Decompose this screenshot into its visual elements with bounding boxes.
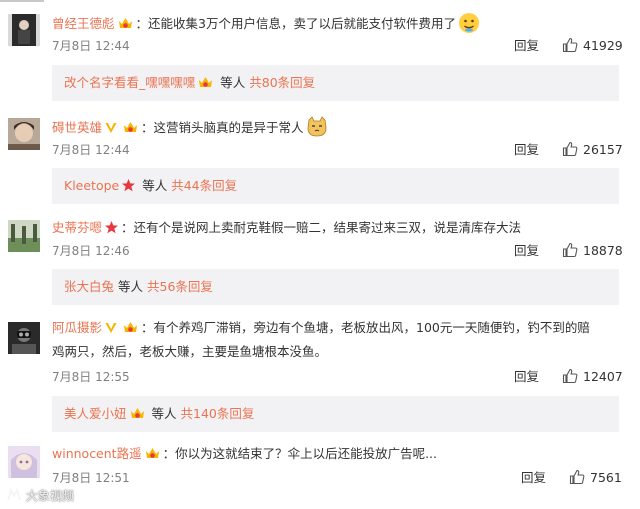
like-count: 7561 <box>590 470 622 485</box>
username-link[interactable]: 曾经王德彪 <box>52 16 115 31</box>
like-count: 12407 <box>583 369 623 384</box>
thumb-up-icon <box>562 242 578 258</box>
top-divider <box>0 0 44 2</box>
like-count: 18878 <box>583 243 623 258</box>
comment-time: 7月8日 12:44 <box>52 143 130 157</box>
emoji-face <box>307 116 326 137</box>
sub-reply-username: 美人爱小妞 <box>64 406 127 421</box>
comment-text: ：还有个是说网上卖耐克鞋假一赔二，结果寄过来三双，说是清库存大法 <box>121 220 522 235</box>
thumb-up-icon <box>562 141 578 157</box>
comment-text: ：你以为这就结束了？伞上以后还能投放广告呢... <box>162 446 437 461</box>
member-v-badge <box>105 323 117 333</box>
like-button[interactable]: 12407 <box>562 368 623 386</box>
reply-button[interactable]: 回复 <box>514 37 539 55</box>
sub-reply-etc: 等人 <box>118 279 144 294</box>
sub-reply-username: Kleetope <box>64 178 120 193</box>
like-button[interactable]: 18878 <box>562 242 623 260</box>
sub-reply-etc: 等人 <box>142 178 168 193</box>
comment-header: 碍世英雄 ：这营销头脑真的是异于常人 <box>52 116 328 137</box>
vip-crown-badge <box>145 448 159 458</box>
comment-text-line2: 鸡两只，然后，老板大赚，主要是鱼塘根本没鱼。 <box>52 344 328 359</box>
vip-crown-badge <box>118 18 132 28</box>
sub-reply-etc: 等人 <box>151 406 177 421</box>
comment-time: 7月8日 12:46 <box>52 244 130 258</box>
watermark-logo-icon <box>7 487 21 501</box>
username-link[interactable]: 阿瓜摄影 <box>52 320 102 335</box>
avatar[interactable] <box>8 14 40 46</box>
avatar[interactable] <box>8 446 40 478</box>
avatar[interactable] <box>8 118 40 150</box>
comment-time: 7月8日 12:51 <box>52 471 130 485</box>
like-button[interactable]: 26157 <box>562 141 623 159</box>
reply-button[interactable]: 回复 <box>521 469 546 487</box>
watermark: 大象视频 <box>6 486 74 506</box>
like-count: 41929 <box>583 38 623 53</box>
view-all-replies-link[interactable]: 共56条回复 <box>147 279 213 294</box>
username-link[interactable]: 碍世英雄 <box>52 120 102 135</box>
sub-reply-etc: 等人 <box>220 75 246 90</box>
vip-crown-badge <box>130 408 144 418</box>
sub-replies-box[interactable]: 美人爱小妞 等人 共140条回复 <box>52 396 619 432</box>
sub-replies-box[interactable]: Kleetope 等人 共44条回复 <box>52 168 619 204</box>
comment-text: ：还能收集3万个用户信息，卖了以后就能支付软件费用了 <box>135 16 456 31</box>
comment-text: ：这营销头脑真的是异于常人 <box>141 120 304 135</box>
comment-time: 7月8日 12:55 <box>52 370 130 384</box>
comment-text: ：有个养鸡厂滞销，旁边有个鱼塘，老板放出风，100元一天随便钓，钓不到的赔 <box>141 320 590 335</box>
vip-crown-badge <box>199 77 213 87</box>
avatar[interactable] <box>8 220 40 252</box>
comment-header: 史蒂芬嗯 ：还有个是说网上卖耐克鞋假一赔二，结果寄过来三双，说是清库存大法 <box>52 218 521 238</box>
thumb-up-icon <box>562 368 578 384</box>
thumb-up-icon <box>569 469 585 485</box>
reply-button[interactable]: 回复 <box>514 368 539 386</box>
view-all-replies-link[interactable]: 共44条回复 <box>171 178 237 193</box>
avatar[interactable] <box>8 322 40 354</box>
vip-crown-badge <box>124 322 138 332</box>
sub-reply-username: 改个名字看看_嘿嘿嘿嘿 <box>64 75 196 90</box>
comment-time: 7月8日 12:44 <box>52 39 130 53</box>
like-count: 26157 <box>583 142 623 157</box>
username-link[interactable]: winnocent路遥 <box>52 446 142 461</box>
comment-body: 阿瓜摄影 ：有个养鸡厂滞销，旁边有个鱼塘，老板放出风，100元一天随便钓，钓不到的… <box>52 316 627 364</box>
red-star-badge <box>105 221 119 234</box>
thumb-up-icon <box>562 37 578 53</box>
member-v-badge <box>105 123 117 133</box>
comment-header: winnocent路遥 ：你以为这就结束了？伞上以后还能投放广告呢... <box>52 444 437 464</box>
username-link[interactable]: 史蒂芬嗯 <box>52 220 102 235</box>
reply-button[interactable]: 回复 <box>514 242 539 260</box>
like-button[interactable]: 7561 <box>569 469 622 487</box>
comment-header: 曾经王德彪 ：还能收集3万个用户信息，卖了以后就能支付软件费用了 <box>52 12 480 33</box>
emoji-face <box>458 13 479 33</box>
sub-replies-box[interactable]: 改个名字看看_嘿嘿嘿嘿 等人 共80条回复 <box>52 65 619 101</box>
view-all-replies-link[interactable]: 共140条回复 <box>181 406 255 421</box>
view-all-replies-link[interactable]: 共80条回复 <box>249 75 315 90</box>
like-button[interactable]: 41929 <box>562 37 623 55</box>
reply-button[interactable]: 回复 <box>514 141 539 159</box>
vip-crown-badge <box>124 122 138 132</box>
sub-reply-username: 张大白兔 <box>64 279 115 294</box>
red-star-badge <box>122 179 136 192</box>
sub-replies-box[interactable]: 张大白兔 等人 共56条回复 <box>52 269 619 305</box>
